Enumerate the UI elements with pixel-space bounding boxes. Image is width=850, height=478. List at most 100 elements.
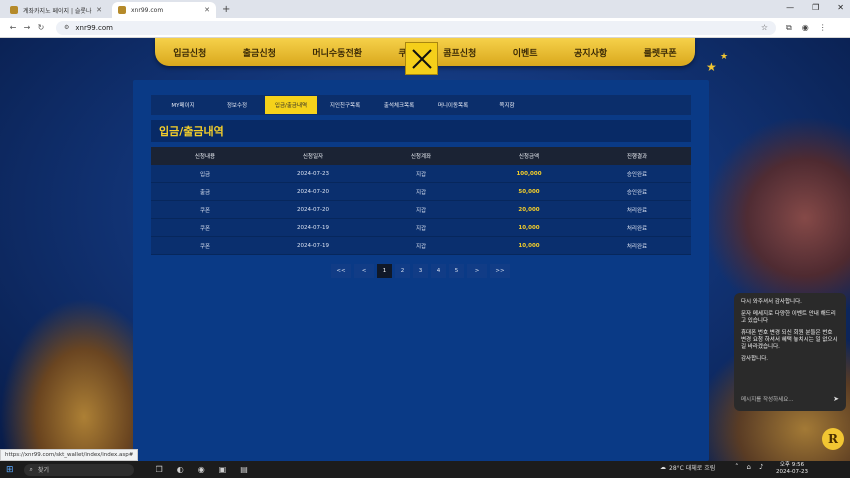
menu-dots-icon[interactable]: ⋮ bbox=[819, 23, 827, 33]
table-row: 출금 2024-07-20 지갑 50,000 승인완료 bbox=[151, 183, 691, 201]
star-icon: ★ bbox=[706, 60, 717, 74]
taskbar-clock[interactable]: 오후 9:56 2024-07-23 bbox=[776, 462, 808, 476]
account-cell: 지갑 bbox=[415, 207, 427, 214]
url-input[interactable]: ⚙ xnr99.com ☆ bbox=[56, 20, 776, 35]
menu-comp[interactable]: 콤프신청 bbox=[443, 46, 476, 59]
amount-cell: 20,000 bbox=[518, 206, 540, 213]
profile-icon[interactable]: ◉ bbox=[802, 23, 809, 33]
type-cell: 쿠폰 bbox=[199, 243, 211, 250]
chat-launcher-button[interactable]: R bbox=[822, 428, 844, 450]
type-cell: 쿠폰 bbox=[199, 207, 211, 214]
extensions-icon[interactable]: ⧉ bbox=[786, 23, 792, 33]
reload-icon[interactable]: ↻ bbox=[34, 23, 48, 32]
page-viewport: ★ ★ 입금신청 출금신청 머니수동전환 쿠 콤프신청 이벤트 공지사항 룰렛쿠… bbox=[0, 38, 850, 461]
title-bar: 입금/출금내역 bbox=[151, 120, 691, 142]
pagination: << < 1 2 3 4 5 > >> bbox=[331, 264, 510, 278]
chevron-up-icon[interactable]: ˄ bbox=[735, 463, 739, 471]
browser-tab-1[interactable]: 계좌카지노 페이지 | 슬롯나라 ✕ bbox=[4, 2, 108, 18]
result-cell: 승인완료 bbox=[626, 171, 648, 178]
page-button-2[interactable]: 2 bbox=[395, 264, 410, 278]
close-window-icon[interactable]: ✕ bbox=[837, 3, 844, 12]
back-icon[interactable]: ← bbox=[6, 23, 20, 32]
result-cell: 처리완료 bbox=[626, 207, 648, 214]
page-title: 입금/출금내역 bbox=[159, 125, 224, 138]
network-icon[interactable]: ⌂ bbox=[747, 463, 751, 471]
result-cell: 처리완료 bbox=[626, 225, 648, 232]
tab-attendance[interactable]: 출석체크목록 bbox=[373, 96, 425, 114]
account-cell: 지갑 bbox=[415, 225, 427, 232]
mypage-panel: MY페이지 정보수정 입금/출금내역 지인친구목록 출석체크목록 머니이동목록 … bbox=[133, 80, 709, 461]
prev-page-button[interactable]: < bbox=[354, 264, 374, 278]
page-button-5[interactable]: 5 bbox=[449, 264, 464, 278]
header-cell: 신청계좌 bbox=[410, 154, 432, 160]
close-icon[interactable]: ✕ bbox=[204, 6, 210, 14]
chat-message: 문자 메세지로 다양한 이벤트 안내 해드리고 있습니다 bbox=[741, 311, 836, 324]
browser-tab-2[interactable]: xnr99.com ✕ bbox=[112, 2, 216, 18]
volume-icon[interactable]: ♪ bbox=[759, 463, 763, 471]
close-icon bbox=[411, 48, 432, 69]
chat-message: 감사합니다. bbox=[741, 356, 769, 362]
chrome-icon[interactable]: ◉ bbox=[198, 465, 205, 474]
table-row: 쿠폰 2024-07-20 지갑 20,000 처리완료 bbox=[151, 201, 691, 219]
tab-money-move[interactable]: 머니이동목록 bbox=[427, 96, 479, 114]
date-cell: 2024-07-19 bbox=[297, 224, 329, 231]
next-page-button[interactable]: > bbox=[467, 264, 487, 278]
result-cell: 처리완료 bbox=[626, 243, 648, 250]
system-tray: ˄ ⌂ ♪ bbox=[735, 463, 763, 471]
page-button-4[interactable]: 4 bbox=[431, 264, 446, 278]
tab-edit-info[interactable]: 정보수정 bbox=[211, 96, 263, 114]
menu-money-transfer[interactable]: 머니수동전환 bbox=[312, 46, 362, 59]
page-button-1[interactable]: 1 bbox=[377, 264, 392, 278]
menu-roulette-coupon[interactable]: 룰렛쿠폰 bbox=[644, 46, 677, 59]
menu-notice[interactable]: 공지사항 bbox=[574, 46, 607, 59]
chat-input[interactable]: 메시지를 작성하세요... ➤ bbox=[734, 392, 846, 406]
window-controls: — ❐ ✕ bbox=[786, 3, 844, 12]
menu-event[interactable]: 이벤트 bbox=[513, 46, 538, 59]
star-icon: ★ bbox=[720, 52, 729, 62]
chat-message: 다시 와주셔서 감사합니다. bbox=[741, 299, 802, 305]
amount-cell: 100,000 bbox=[516, 170, 542, 177]
tab-mypage[interactable]: MY페이지 bbox=[157, 96, 209, 114]
file-explorer-icon[interactable]: ▤ bbox=[240, 465, 248, 474]
tab-deposit-withdraw-history[interactable]: 입금/출금내역 bbox=[265, 96, 317, 114]
search-icon: ⌕ bbox=[29, 465, 33, 473]
table-row: 쿠폰 2024-07-19 지갑 10,000 처리완료 bbox=[151, 219, 691, 237]
windows-start-icon[interactable]: ⊞ bbox=[6, 465, 14, 475]
header-cell: 진행결과 bbox=[626, 154, 648, 160]
store-icon[interactable]: ▣ bbox=[219, 465, 227, 474]
site-info-icon[interactable]: ⚙ bbox=[64, 24, 69, 31]
edge-icon[interactable]: ◐ bbox=[177, 465, 184, 474]
table-row: 쿠폰 2024-07-19 지갑 10,000 처리완료 bbox=[151, 237, 691, 255]
type-cell: 입금 bbox=[199, 171, 211, 178]
tab-messages[interactable]: 쪽지함 bbox=[481, 96, 533, 114]
new-tab-icon[interactable]: + bbox=[222, 4, 230, 15]
forward-icon[interactable]: → bbox=[20, 23, 34, 32]
header-cell: 신청내용 bbox=[194, 154, 216, 160]
page-button-3[interactable]: 3 bbox=[413, 264, 428, 278]
date-cell: 2024-07-19 bbox=[297, 242, 329, 249]
table-row: 입금 2024-07-23 지갑 100,000 승인완료 bbox=[151, 165, 691, 183]
close-button[interactable] bbox=[405, 42, 438, 75]
status-url-tooltip: https://xnr99.com/skt_wallet/index/index… bbox=[0, 449, 139, 461]
taskbar-search[interactable]: ⌕ 찾기 bbox=[23, 463, 134, 476]
bookmark-star-icon[interactable]: ☆ bbox=[761, 23, 768, 32]
background-decoration-right bbox=[700, 118, 850, 318]
menu-withdraw[interactable]: 출금신청 bbox=[243, 46, 276, 59]
close-icon[interactable]: ✕ bbox=[96, 6, 102, 14]
date-cell: 2024-07-20 bbox=[297, 188, 329, 195]
send-icon[interactable]: ➤ bbox=[833, 395, 839, 403]
first-page-button[interactable]: << bbox=[331, 264, 351, 278]
weather-widget[interactable]: ☁ 28°C 대체로 흐림 bbox=[660, 463, 715, 472]
minimize-icon[interactable]: — bbox=[786, 3, 794, 12]
header-cell: 신청금액 bbox=[518, 154, 540, 160]
last-page-button[interactable]: >> bbox=[490, 264, 510, 278]
task-view-icon[interactable]: ❒ bbox=[156, 465, 163, 474]
maximize-icon[interactable]: ❐ bbox=[812, 3, 819, 12]
tab-friends[interactable]: 지인친구목록 bbox=[319, 96, 371, 114]
menu-deposit[interactable]: 입금신청 bbox=[173, 46, 206, 59]
chat-message: 휴대폰 번호 변경 되신 회원 분들은 번호 변경 요청 하셔서 혜택 놓치시는… bbox=[741, 330, 838, 350]
header-cell: 신청일자 bbox=[302, 154, 324, 160]
address-bar: ← → ↻ ⚙ xnr99.com ☆ ⧉ ◉ ⋮ bbox=[0, 18, 850, 38]
amount-cell: 10,000 bbox=[518, 242, 540, 249]
background-decoration-left bbox=[0, 298, 140, 461]
